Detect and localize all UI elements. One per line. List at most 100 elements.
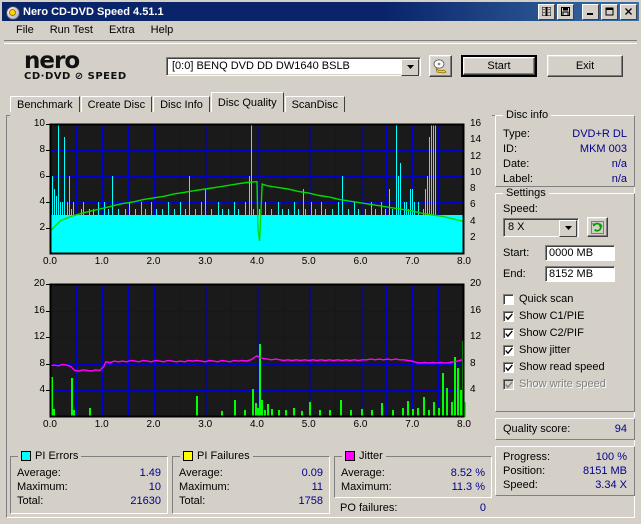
disc-info-value-type: DVD+R DL — [572, 127, 627, 140]
drive-select[interactable]: [0:0] BENQ DVD DD DW1640 BSLB — [166, 56, 421, 76]
pi-errors-average-row: Average: 1.49 — [17, 466, 161, 480]
tab-benchmark[interactable]: Benchmark — [10, 96, 80, 112]
y-axis-tick-left: 12 — [33, 331, 45, 343]
checkbox-show-c1-pie[interactable]: Show C1/PIE — [503, 308, 627, 324]
quality-score-value: 94 — [614, 423, 627, 435]
disc-info-row-label: Label: n/a — [503, 171, 627, 186]
nero-logo: nero CD·DVD ⊘ SPEED — [6, 47, 166, 82]
y-tick-mark — [46, 150, 50, 151]
checkbox-box — [503, 344, 514, 356]
checkbox-show-read-speed[interactable]: Show read speed — [503, 359, 627, 375]
y-tick-mark — [46, 364, 50, 365]
x-axis-tick: 0.0 — [43, 256, 57, 267]
speed-status-label: Speed: — [503, 479, 538, 491]
maximize-button[interactable] — [601, 3, 618, 20]
start-mb-field[interactable]: 0000 MB — [545, 245, 615, 261]
disc-info-group: Disc info Type: DVD+R DL ID: MKM 003 Dat… — [495, 109, 635, 187]
pi-errors-legend: PI Errors — [18, 450, 82, 462]
pi-errors-chart: 2 4 6 8 10 2 4 6 8 10 12 14 16 0.0 1.0 2.0 3.0 4.0 5.0 6.0 7… — [10, 115, 492, 270]
minimize-button[interactable] — [582, 3, 599, 20]
refresh-button[interactable] — [587, 217, 608, 237]
disc-info-key-id: ID: — [503, 142, 518, 155]
x-axis-tick: 2.0 — [146, 419, 161, 430]
y-axis-tick-left: 6 — [39, 170, 45, 181]
checkbox-box — [503, 361, 514, 373]
status-group: Progress: 100 % Position: 8151 MB Speed:… — [495, 446, 635, 496]
disc-info-key-type: Type: — [503, 127, 530, 140]
x-axis-tick: 4.0 — [250, 256, 264, 267]
progress-label: Progress: — [503, 451, 551, 463]
y-axis-tick-left: 2 — [39, 222, 45, 233]
pi-failures-average-row: Average: 0.09 — [179, 466, 323, 480]
checkbox-box — [503, 293, 514, 305]
speed-status-value: 3.34 X — [595, 479, 627, 491]
y-axis-tick-right: 12 — [470, 331, 482, 343]
checkbox-show-jitter[interactable]: Show jitter — [503, 342, 627, 358]
status-row-position: Position: 8151 MB — [503, 464, 627, 478]
speed-label: Speed: — [503, 203, 538, 215]
pi-errors-average-label: Average: — [17, 467, 61, 479]
end-mb-field[interactable]: 8152 MB — [545, 266, 615, 282]
quality-score-group: Quality score: 94 — [495, 418, 635, 440]
tab-disc-info[interactable]: Disc Info — [153, 96, 210, 112]
menu-item-file[interactable]: File — [8, 22, 42, 38]
checkbox-label: Show write speed — [519, 378, 606, 390]
chevron-down-icon[interactable] — [401, 58, 419, 76]
start-button-label: Start — [463, 57, 535, 75]
x-axis-tick: 0.0 — [43, 419, 57, 430]
pi-failures-total-value: 1758 — [298, 495, 323, 507]
checkbox-show-write-speed: Show write speed — [503, 376, 627, 392]
jitter-pif-chart: 4 8 12 16 20 4 8 12 16 20 0.0 1.0 2.0 3.0 4.0 5.0 6.0 7.0… — [10, 270, 492, 435]
menu-item-help[interactable]: Help — [143, 22, 182, 38]
menu-item-run-test[interactable]: Run Test — [42, 22, 101, 38]
disc-info-row-type: Type: DVD+R DL — [503, 126, 627, 141]
checkbox-quick-scan[interactable]: Quick scan — [503, 291, 627, 307]
disc-info-key-label: Label: — [503, 172, 533, 185]
book-icon[interactable] — [538, 3, 555, 20]
disc-info-row-date: Date: n/a — [503, 156, 627, 171]
close-button[interactable] — [620, 3, 637, 20]
pi-errors-title: PI Errors — [35, 450, 79, 462]
save-icon[interactable] — [557, 3, 574, 20]
drive-select-value: [0:0] BENQ DVD DD DW1640 BSLB — [172, 60, 350, 72]
y-axis-tick-right: 12 — [470, 150, 482, 162]
pi-failures-average-label: Average: — [179, 467, 223, 479]
eject-disc-button[interactable] — [429, 55, 452, 77]
title-bar-buttons — [538, 3, 637, 20]
y-axis-tick-left: 4 — [39, 384, 45, 396]
statistics-row: PI Errors Average: 1.49 Maximum: 10 Tota… — [10, 450, 492, 518]
y-axis-tick-right: 10 — [470, 166, 482, 178]
checkbox-label: Show C2/PIF — [519, 327, 584, 339]
jitter-maximum-value: 11.3 % — [451, 481, 485, 493]
nero-logo-secondary: CD·DVD ⊘ SPEED — [24, 70, 127, 82]
pi-errors-maximum-row: Maximum: 10 — [17, 480, 161, 494]
graph-area: 2 4 6 8 10 2 4 6 8 10 12 14 16 0.0 1.0 2.0 3.0 4.0 5.0 6.0 7… — [10, 115, 492, 435]
jitter-color-swatch — [345, 451, 355, 461]
checkbox-label: Quick scan — [519, 293, 574, 305]
pi-failures-maximum-row: Maximum: 11 — [179, 480, 323, 494]
pi-errors-average-value: 1.49 — [139, 467, 161, 479]
start-button[interactable]: Start — [461, 55, 537, 77]
exit-button[interactable]: Exit — [547, 55, 623, 77]
x-axis-tick: 8.0 — [457, 256, 471, 267]
po-failures-value: 0 — [479, 502, 486, 514]
pi-errors-total-label: Total: — [17, 495, 44, 507]
tab-scandisc[interactable]: ScanDisc — [284, 96, 346, 112]
speed-select[interactable]: 8 X — [503, 217, 579, 237]
jitter-maximum-label: Maximum: — [341, 481, 392, 493]
x-axis-tick: 7.0 — [405, 256, 420, 267]
menu-item-extra[interactable]: Extra — [101, 22, 143, 38]
y-axis-tick-left: 20 — [33, 278, 45, 289]
y-axis-tick-right: 4 — [470, 384, 476, 396]
y-axis-tick-right: 4 — [470, 215, 476, 227]
pi-errors-stats: PI Errors Average: 1.49 Maximum: 10 Tota… — [10, 450, 168, 514]
disc-info-row-id: ID: MKM 003 — [503, 141, 627, 156]
po-failures-label: PO failures: — [340, 502, 398, 514]
tab-disc-quality[interactable]: Disc Quality — [210, 92, 284, 112]
pi-failures-average-value: 0.09 — [301, 467, 323, 479]
chevron-down-icon[interactable] — [559, 219, 577, 237]
disc-info-key-date: Date: — [503, 157, 530, 170]
tab-create-disc[interactable]: Create Disc — [80, 96, 153, 112]
checkbox-show-c2-pif[interactable]: Show C2/PIF — [503, 325, 627, 341]
nero-logo-primary: nero — [24, 47, 80, 74]
